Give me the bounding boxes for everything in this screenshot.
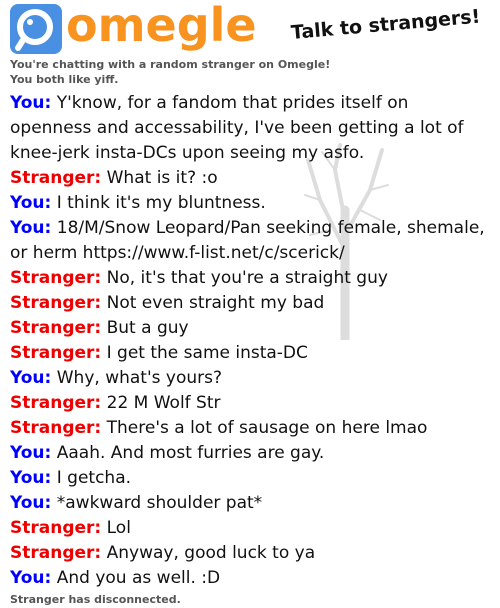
chat-message: You: And you as well. :D xyxy=(10,566,495,591)
stranger-label: Stranger: xyxy=(10,268,102,288)
message-text: Why, what's yours? xyxy=(56,368,223,388)
logo-wordmark: omegle xyxy=(66,0,257,52)
message-text: I get the same insta-DC xyxy=(106,343,308,363)
stranger-label: Stranger: xyxy=(10,343,102,363)
you-label: You: xyxy=(10,443,52,463)
you-label: You: xyxy=(10,193,52,213)
you-label: You: xyxy=(10,218,52,238)
chat-message: You: I think it's my bluntness. xyxy=(10,191,495,216)
message-text: No, it's that you're a straight guy xyxy=(106,268,388,288)
chat-message: You: Why, what's yours? xyxy=(10,366,495,391)
message-text: I getcha. xyxy=(56,468,132,488)
chat-message: You: Y'know, for a fandom that prides it… xyxy=(10,91,495,166)
stranger-label: Stranger: xyxy=(10,418,102,438)
status-notices: You're chatting with a random stranger o… xyxy=(10,57,330,87)
you-label: You: xyxy=(10,368,52,388)
message-text: Y'know, for a fandom that prides itself … xyxy=(10,93,464,163)
chat-message: Stranger: Lol xyxy=(10,516,495,541)
stranger-label: Stranger: xyxy=(10,393,102,413)
stranger-label: Stranger: xyxy=(10,318,102,338)
chat-message: You: *awkward shoulder pat* xyxy=(10,491,495,516)
chat-message: You: I getcha. xyxy=(10,466,495,491)
chat-log: You: Y'know, for a fandom that prides it… xyxy=(10,91,495,591)
message-text: Anyway, good luck to ya xyxy=(106,543,316,563)
chat-message: Stranger: I get the same insta-DC xyxy=(10,341,495,366)
common-interests-notice: You both like yiff. xyxy=(10,73,119,86)
message-text: 18/M/Snow Leopard/Pan seeking female, sh… xyxy=(10,218,485,263)
you-label: You: xyxy=(10,93,52,113)
message-text: Not even straight my bad xyxy=(106,293,325,313)
you-label: You: xyxy=(10,468,52,488)
chat-message: Stranger: There's a lot of sausage on he… xyxy=(10,416,495,441)
message-text: I think it's my bluntness. xyxy=(56,193,266,213)
message-text: *awkward shoulder pat* xyxy=(56,493,263,513)
stranger-label: Stranger: xyxy=(10,518,102,538)
chat-message: Stranger: Anyway, good luck to ya xyxy=(10,541,495,566)
header: omegle Talk to strangers! xyxy=(0,0,500,58)
chat-message: Stranger: But a guy xyxy=(10,316,495,341)
chat-message: You: Aaah. And most furries are gay. xyxy=(10,441,495,466)
message-text: Aaah. And most furries are gay. xyxy=(56,443,325,463)
message-text: What is it? :o xyxy=(106,168,218,188)
chat-message: Stranger: What is it? :o xyxy=(10,166,495,191)
you-label: You: xyxy=(10,493,52,513)
message-text: There's a lot of sausage on here lmao xyxy=(106,418,428,438)
message-text: 22 M Wolf Str xyxy=(106,393,221,413)
message-text: And you as well. :D xyxy=(56,568,221,588)
omegle-logo-icon xyxy=(10,4,62,54)
chat-message: Stranger: Not even straight my bad xyxy=(10,291,495,316)
disconnected-notice: Stranger has disconnected. xyxy=(10,593,181,606)
you-label: You: xyxy=(10,568,52,588)
chatting-notice: You're chatting with a random stranger o… xyxy=(10,58,331,71)
message-text: But a guy xyxy=(106,318,189,338)
stranger-label: Stranger: xyxy=(10,168,102,188)
chat-message: Stranger: No, it's that you're a straigh… xyxy=(10,266,495,291)
message-text: Lol xyxy=(106,518,131,538)
stranger-label: Stranger: xyxy=(10,293,102,313)
tagline: Talk to strangers! xyxy=(290,5,482,45)
chat-message: You: 18/M/Snow Leopard/Pan seeking femal… xyxy=(10,216,495,266)
stranger-label: Stranger: xyxy=(10,543,102,563)
chat-message: Stranger: 22 M Wolf Str xyxy=(10,391,495,416)
